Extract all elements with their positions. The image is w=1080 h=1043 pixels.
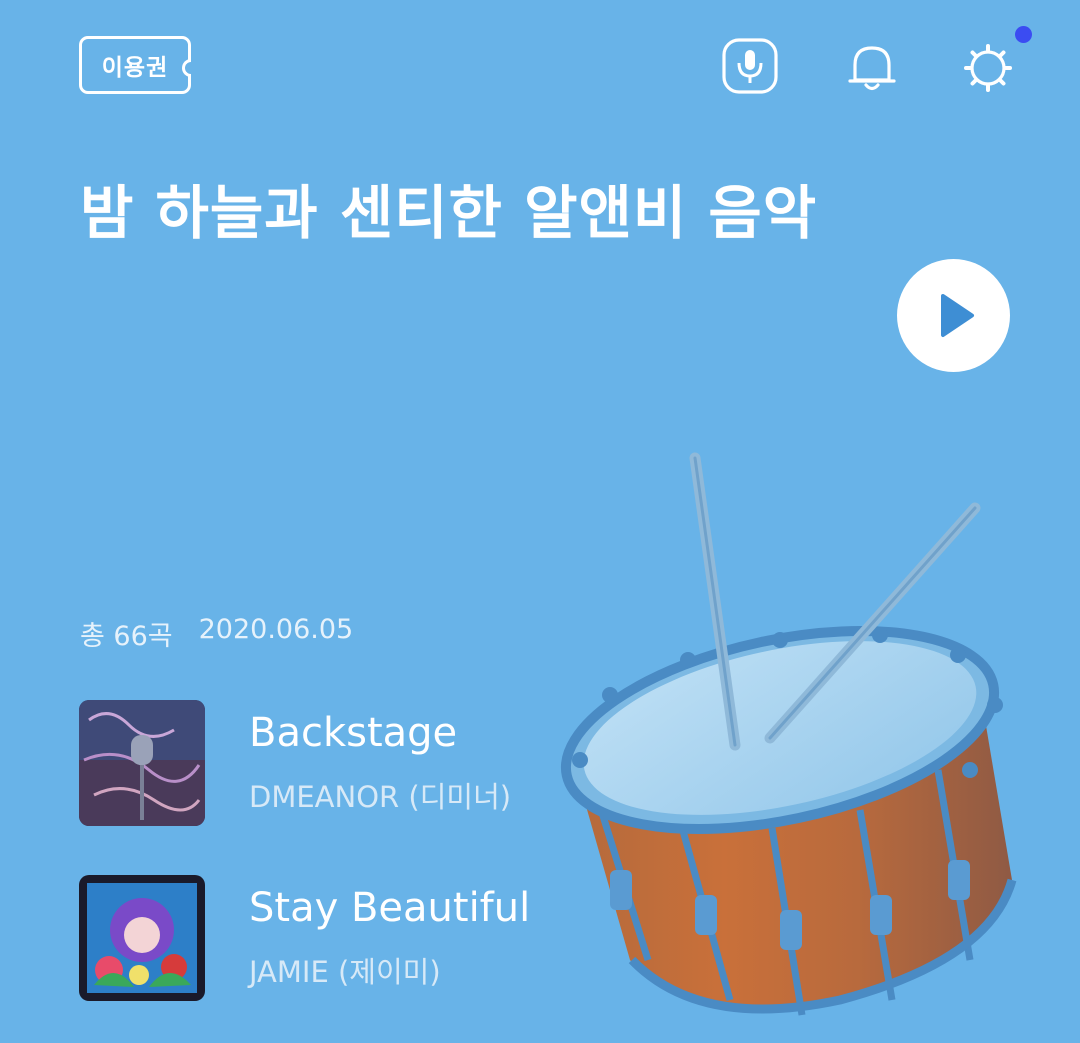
settings-button[interactable]: [958, 36, 1018, 96]
album-art-backstage: [79, 700, 205, 826]
album-art-image: [79, 875, 205, 1001]
playlist-date: 2020.06.05: [198, 614, 354, 645]
track-row[interactable]: Stay Beautiful JAMIE (제이미): [79, 875, 679, 1001]
album-art-image: [79, 700, 205, 826]
playlist-meta: 총 66곡 2020.06.05: [80, 614, 353, 653]
play-all-button[interactable]: [897, 259, 1010, 372]
track-title: Backstage: [249, 710, 458, 756]
ticket-label: 이용권: [101, 55, 169, 81]
gear-icon: [964, 44, 1012, 92]
playlist-title: 밤 하늘과 센티한 알앤비 음악: [80, 179, 818, 247]
bell-icon: [848, 46, 896, 91]
track-artist: JAMIE (제이미): [249, 955, 441, 989]
voice-search-button[interactable]: [720, 36, 780, 96]
track-title: Stay Beautiful: [249, 885, 531, 931]
ticket-notch-decoration: [182, 59, 191, 77]
track-row[interactable]: Backstage DMEANOR (디미너): [79, 700, 679, 826]
album-art-stay-beautiful: [79, 875, 205, 1001]
notifications-button[interactable]: [842, 36, 902, 96]
ticket-button[interactable]: 이용권: [79, 36, 191, 94]
track-artist: DMEANOR (디미너): [249, 780, 512, 814]
mic-icon: [722, 38, 778, 94]
track-count: 총 66곡: [80, 621, 173, 652]
play-icon: [941, 294, 974, 337]
notification-badge-dot: [1015, 26, 1032, 43]
